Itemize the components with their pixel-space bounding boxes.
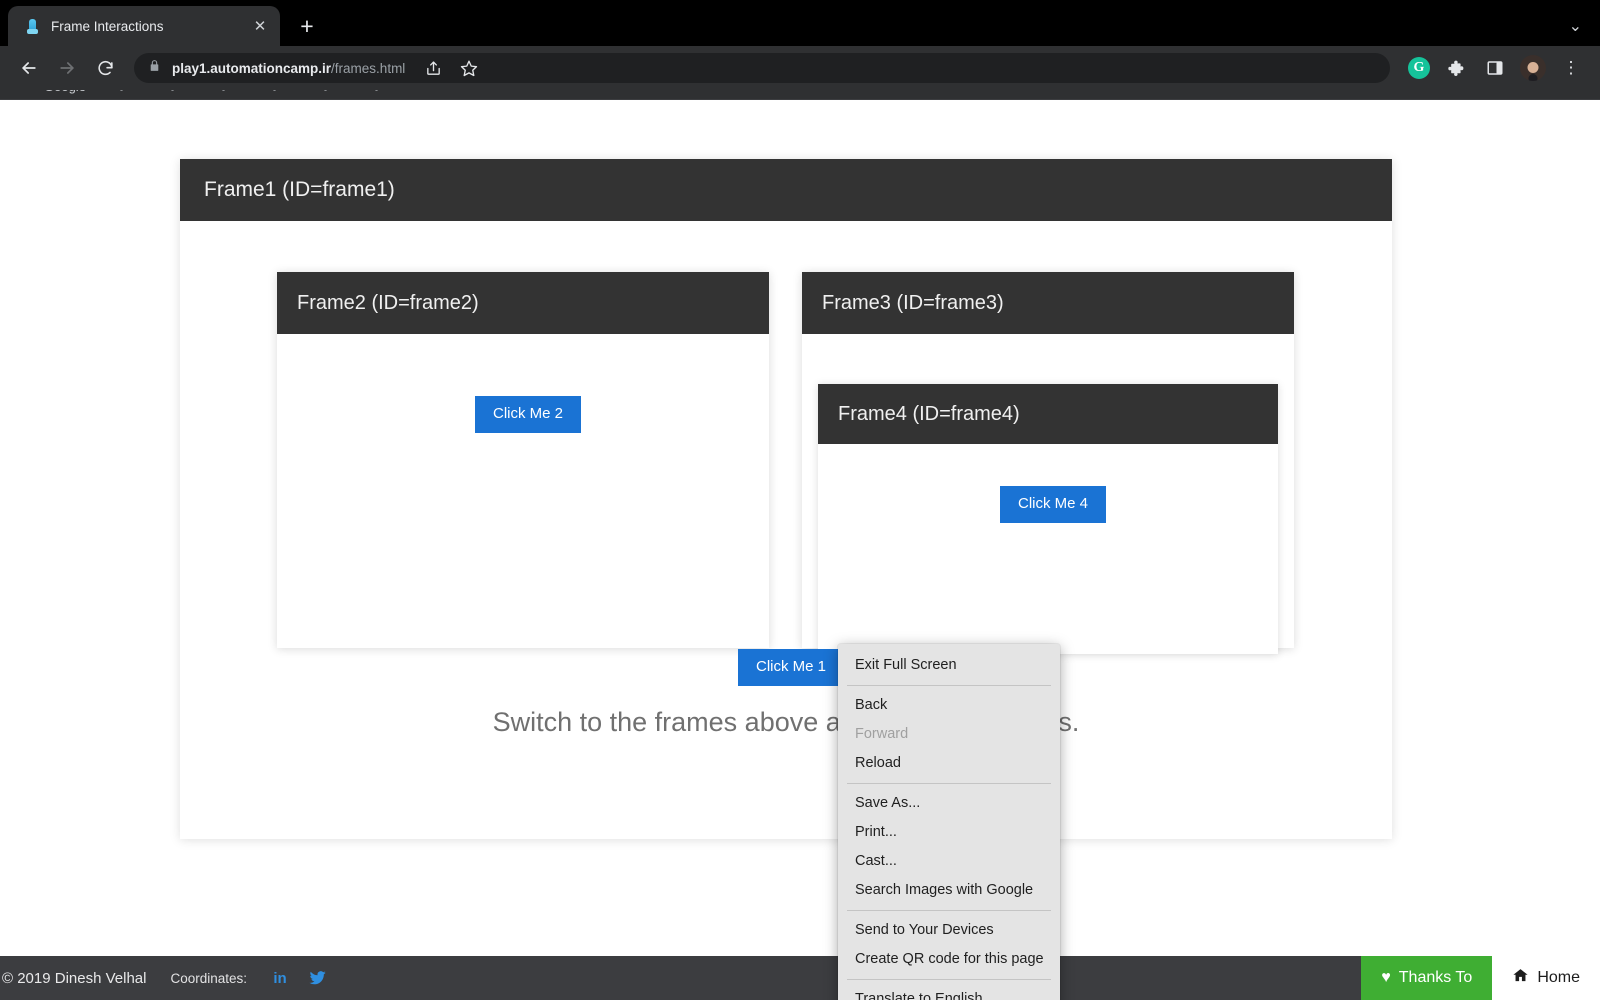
forward-icon[interactable] bbox=[50, 51, 84, 85]
reload-icon[interactable] bbox=[88, 51, 122, 85]
tab-strip: Frame Interactions ✕ + ⌄ bbox=[0, 0, 1600, 46]
menu-item-forward: Forward bbox=[838, 720, 1060, 749]
profile-avatar-image bbox=[1520, 55, 1546, 81]
click-me-2-button[interactable]: Click Me 2 bbox=[475, 396, 581, 433]
omnibox[interactable]: play1.automationcamp.ir/frames.html bbox=[134, 53, 1390, 83]
instruction-text: Switch to the frames above and click the… bbox=[180, 707, 1392, 738]
side-panel-icon[interactable] bbox=[1478, 51, 1512, 85]
lock-icon bbox=[148, 59, 161, 77]
frame1-panel: Frame1 (ID=frame1) Frame2 (ID=frame2) Cl… bbox=[180, 159, 1392, 839]
grammarly-icon[interactable]: G bbox=[1402, 51, 1436, 85]
close-icon[interactable]: ✕ bbox=[248, 14, 272, 38]
page-footer: © 2019 Dinesh Velhal Coordinates: in ♥ T… bbox=[0, 956, 1600, 1000]
back-icon[interactable] bbox=[12, 51, 46, 85]
bookmark-star-icon[interactable] bbox=[452, 51, 486, 85]
menu-separator bbox=[847, 979, 1051, 980]
coordinates-label: Coordinates: bbox=[171, 971, 248, 986]
url-host: play1.automationcamp.ir bbox=[172, 61, 331, 76]
frame4-header: Frame4 (ID=frame4) bbox=[818, 384, 1278, 444]
menu-separator bbox=[847, 910, 1051, 911]
frame1-header: Frame1 (ID=frame1) bbox=[180, 159, 1392, 221]
menu-item-create-qr-code-for-this-page[interactable]: Create QR code for this page bbox=[838, 945, 1060, 974]
click-me-1-button[interactable]: Click Me 1 bbox=[738, 649, 844, 686]
frame3-body: Frame4 (ID=frame4) Click Me 4 bbox=[802, 334, 1294, 648]
frame2-header: Frame2 (ID=frame2) bbox=[277, 272, 769, 334]
frame3-title: Frame3 (ID=frame3) bbox=[822, 292, 1004, 315]
social-links: in bbox=[271, 969, 329, 987]
frame2-panel: Frame2 (ID=frame2) Click Me 2 bbox=[277, 272, 769, 648]
frame2-title: Frame2 (ID=frame2) bbox=[297, 292, 479, 315]
url-text: play1.automationcamp.ir/frames.html bbox=[172, 61, 405, 76]
context-menu[interactable]: Exit Full Screen BackForwardReload Save As… bbox=[838, 644, 1060, 1000]
menu-item-print[interactable]: Print... bbox=[838, 818, 1060, 847]
menu-separator bbox=[847, 685, 1051, 686]
menu-item-send-to-your-devices[interactable]: Send to Your Devices bbox=[838, 916, 1060, 945]
menu-item-back[interactable]: Back bbox=[838, 691, 1060, 720]
new-tab-button[interactable]: + bbox=[290, 9, 324, 43]
menu-item-cast[interactable]: Cast... bbox=[838, 847, 1060, 876]
frame4-title: Frame4 (ID=frame4) bbox=[838, 403, 1020, 426]
menu-item-exit-full-screen[interactable]: Exit Full Screen bbox=[838, 651, 1060, 680]
thermometer-icon bbox=[24, 18, 41, 35]
heart-icon: ♥ bbox=[1381, 969, 1391, 987]
menu-item-save-as[interactable]: Save As... bbox=[838, 789, 1060, 818]
linkedin-icon[interactable]: in bbox=[271, 969, 289, 987]
puzzle-icon[interactable] bbox=[1440, 51, 1474, 85]
grammarly-badge: G bbox=[1408, 57, 1430, 79]
chevron-down-icon[interactable]: ⌄ bbox=[1569, 16, 1582, 36]
thanks-to-button[interactable]: ♥ Thanks To bbox=[1361, 956, 1492, 1000]
tab-title: Frame Interactions bbox=[51, 19, 238, 34]
bookmarks-bar: Google bbox=[0, 90, 1600, 100]
thanks-to-label: Thanks To bbox=[1399, 969, 1473, 987]
share-icon[interactable] bbox=[416, 51, 450, 85]
menu-item-reload[interactable]: Reload bbox=[838, 749, 1060, 778]
page-viewport: Frame1 (ID=frame1) Frame2 (ID=frame2) Cl… bbox=[0, 101, 1600, 1000]
menu-item-search-images-with-google[interactable]: Search Images with Google bbox=[838, 876, 1060, 905]
browser-tab[interactable]: Frame Interactions ✕ bbox=[8, 6, 280, 46]
click-me-4-button[interactable]: Click Me 4 bbox=[1000, 486, 1106, 523]
frame1-title: Frame1 (ID=frame1) bbox=[204, 178, 395, 202]
omnibox-actions bbox=[416, 51, 486, 85]
home-icon bbox=[1512, 967, 1529, 989]
browser-window: Frame Interactions ✕ + ⌄ play1.automatio… bbox=[0, 0, 1600, 1000]
bookmark-dots bbox=[120, 90, 378, 91]
frame3-header: Frame3 (ID=frame3) bbox=[802, 272, 1294, 334]
home-label: Home bbox=[1537, 969, 1580, 987]
menu-item-translate-to-english[interactable]: Translate to English bbox=[838, 985, 1060, 1000]
frame1-body: Frame2 (ID=frame2) Click Me 2 Frame3 (ID… bbox=[180, 221, 1392, 839]
avatar[interactable] bbox=[1516, 51, 1550, 85]
browser-toolbar: play1.automationcamp.ir/frames.html G ⋮ bbox=[0, 46, 1600, 90]
frame3-panel: Frame3 (ID=frame3) Frame4 (ID=frame4) Cl… bbox=[802, 272, 1294, 648]
home-button[interactable]: Home bbox=[1492, 956, 1600, 1000]
frame4-body: Click Me 4 bbox=[818, 444, 1278, 654]
menu-separator bbox=[847, 783, 1051, 784]
twitter-icon[interactable] bbox=[307, 969, 329, 987]
url-path: /frames.html bbox=[331, 61, 405, 76]
bookmark-item-partial[interactable]: Google bbox=[44, 90, 86, 94]
copyright-text: © 2019 Dinesh Velhal bbox=[0, 970, 147, 987]
frame2-body: Click Me 2 bbox=[277, 334, 769, 648]
kebab-menu-icon[interactable]: ⋮ bbox=[1554, 51, 1588, 85]
frame4-panel: Frame4 (ID=frame4) Click Me 4 bbox=[818, 384, 1278, 654]
